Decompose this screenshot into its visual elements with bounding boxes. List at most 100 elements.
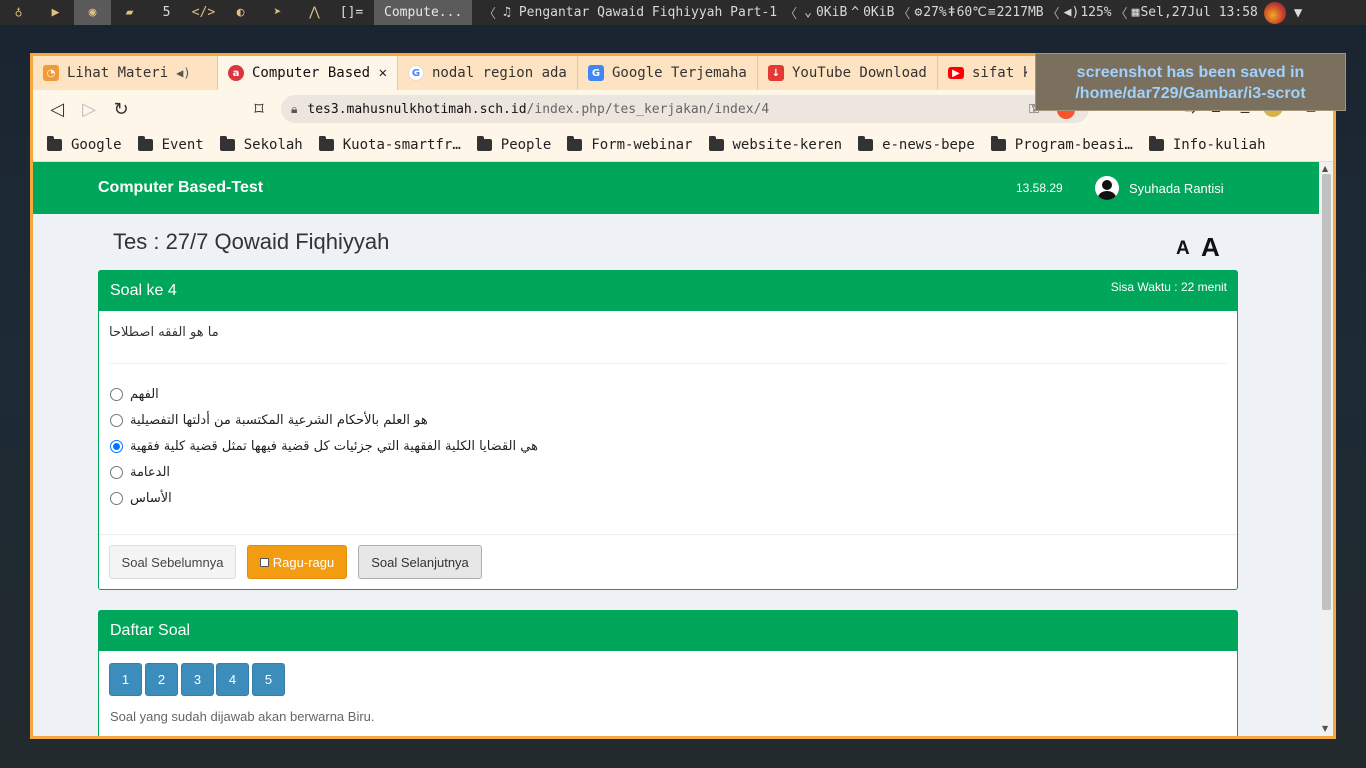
folder-icon [858, 135, 874, 151]
firefox-icon[interactable]: ◐ [222, 0, 259, 25]
net-down-icon: ⌄ [804, 5, 812, 20]
question-number-button[interactable]: 1 [109, 663, 142, 696]
scroll-up-icon[interactable]: ▲ [1322, 164, 1328, 173]
previous-question-button[interactable]: Soal Sebelumnya [109, 545, 236, 579]
radio-button[interactable] [110, 492, 123, 505]
net-up-value: 0KiB [863, 5, 895, 20]
lock-icon[interactable]: 🔒︎ [291, 102, 297, 117]
doubt-button[interactable]: Ragu-ragu [247, 545, 347, 579]
bookmark-label: website-keren [732, 136, 843, 153]
folder-icon [990, 135, 1006, 151]
font-smaller-button[interactable]: A [1176, 238, 1190, 260]
tab-favicon: a [228, 65, 244, 81]
close-icon[interactable]: ✕ [379, 65, 387, 81]
bookmark-label: Event [161, 136, 204, 153]
bookmark-google[interactable]: Google [47, 135, 122, 153]
workspace-5[interactable]: 5 [148, 0, 185, 25]
bookmark-label: Info-kuliah [1172, 136, 1266, 153]
tab-label: nodal region adalah [432, 65, 567, 81]
app-header: Computer Based-Test 13.58.29 Syuhada Ran… [33, 162, 1319, 214]
app-brand[interactable]: Computer Based-Test [98, 179, 263, 197]
chevron-left-icon: 〈 [483, 7, 497, 22]
bookmark-sekolah[interactable]: Sekolah [219, 135, 303, 153]
answer-option[interactable]: هي القضايا الكلية الفقهية التي جزئيات كل… [110, 439, 538, 454]
answer-option[interactable]: هو العلم بالأحكام الشرعية المكتسبة من أد… [110, 413, 428, 428]
scroll-down-icon[interactable]: ▼ [1322, 724, 1328, 733]
question-number-button[interactable]: 3 [181, 663, 214, 696]
folder-icon [318, 135, 334, 151]
chevron-left-icon: 〈 [897, 7, 911, 22]
question-panel-header: Soal ke 4 Sisa Waktu : 22 menit [99, 271, 1237, 311]
bookmark-program-beasiswa[interactable]: Program-beasi… [990, 135, 1133, 153]
terminal-icon[interactable]: []= [333, 0, 370, 25]
telegram-icon[interactable]: ➤ [259, 0, 296, 25]
answer-option[interactable]: الدعامة [110, 465, 170, 480]
question-number-button[interactable]: 4 [216, 663, 249, 696]
mem-value: 2217MB [996, 5, 1044, 20]
net-up-icon: ^ [851, 5, 860, 20]
screenshot-notification[interactable]: screenshot has been saved in /home/dar72… [1035, 53, 1346, 111]
tab-computer-based-test[interactable]: a Computer Based-Test ✕ [218, 56, 398, 90]
page-scrollbar[interactable]: ▲ ▼ [1319, 162, 1333, 736]
tab-sifat[interactable]: ▶ sifat ko [938, 56, 1038, 90]
tab-nodal-region[interactable]: G nodal region adalah [398, 56, 578, 90]
question-number: Soal ke 4 [110, 282, 177, 299]
cpu-icon: ⚙ [914, 5, 923, 20]
back-icon[interactable]: ◁ [41, 93, 73, 125]
next-question-button[interactable]: Soal Selanjutnya [358, 545, 482, 579]
bookmark-label: People [500, 136, 552, 153]
reload-icon[interactable]: ↻ [105, 93, 137, 125]
google-icon: G [408, 65, 424, 81]
answer-label: الأساس [130, 491, 172, 506]
doubt-label: Ragu-ragu [272, 554, 335, 570]
question-number-button[interactable]: 2 [145, 663, 178, 696]
answer-option[interactable]: الفهم [110, 387, 159, 402]
tab-youtube-downloader[interactable]: ↓ YouTube Downloader [758, 56, 938, 90]
speaker-icon[interactable]: ◀) [176, 66, 190, 80]
bookmark-e-news[interactable]: e-news-bepe [858, 135, 975, 153]
clock: 13.58.29 [1016, 181, 1063, 195]
scroll-thumb[interactable] [1322, 174, 1331, 610]
bookmark-kuota[interactable]: Kuota-smartfr… [318, 135, 461, 153]
translate-icon: G [588, 65, 604, 81]
bookmark-icon[interactable]: ⌑ [243, 93, 275, 125]
inkscape-icon[interactable]: ⋀ [296, 0, 333, 25]
folder-icon[interactable]: ▰ [111, 0, 148, 25]
bell-icon[interactable]: ♁ [0, 0, 37, 25]
answer-label: الفهم [130, 387, 159, 402]
folder-icon [47, 135, 62, 151]
bookmark-event[interactable]: Event [137, 135, 204, 153]
bookmark-website-keren[interactable]: website-keren [708, 135, 843, 153]
radio-button-selected[interactable] [110, 440, 123, 453]
bookmark-info-kuliah[interactable]: Info-kuliah [1148, 135, 1266, 153]
checkbox-icon[interactable] [259, 557, 269, 567]
wifi-icon[interactable]: ▼ [1294, 5, 1302, 21]
page-viewport: Computer Based-Test 13.58.29 Syuhada Ran… [33, 162, 1319, 736]
bookmark-form-webinar[interactable]: Form-webinar [567, 135, 693, 153]
bookmark-people[interactable]: People [476, 135, 552, 153]
play-icon[interactable]: ▶ [37, 0, 74, 25]
code-icon[interactable]: </> [185, 0, 222, 25]
user-name[interactable]: Syuhada Rantisi [1129, 181, 1224, 196]
question-number-button[interactable]: 5 [252, 663, 285, 696]
tab-google-terjemahan[interactable]: G Google Terjemahan [578, 56, 758, 90]
radio-button[interactable] [110, 466, 123, 479]
tab-label: Computer Based-Test [252, 65, 371, 81]
volume-value[interactable]: 125% [1080, 0, 1111, 25]
user-avatar-icon[interactable] [1263, 1, 1286, 24]
net-down-value: 0KiB [815, 5, 848, 20]
user-avatar-icon[interactable] [1095, 176, 1119, 200]
tab-label: Lihat Materi [67, 65, 169, 81]
media-title[interactable]: Pengantar Qawaid Fiqhiyyah Part-1 [515, 0, 781, 25]
address-bar[interactable]: 🔒︎ tes3.mahusnulkhotimah.sch.id/index.ph… [281, 95, 1089, 123]
browser-icon[interactable]: ◉ [74, 0, 111, 25]
tab-favicon: ◔ [43, 65, 59, 81]
forward-icon[interactable]: ▷ [73, 93, 105, 125]
font-larger-button[interactable]: A [1201, 232, 1220, 263]
chevron-left-icon: 〈 [1114, 7, 1128, 22]
tab-lihat-materi[interactable]: ◔ Lihat Materi ◀) [33, 56, 218, 90]
radio-button[interactable] [110, 388, 123, 401]
answer-option[interactable]: الأساس [110, 491, 172, 506]
system-panel: ♁ ▶ ◉ ▰ 5 </> ◐ ➤ ⋀ []= Compute... 〈 ♫ P… [0, 0, 1366, 25]
radio-button[interactable] [110, 414, 123, 427]
